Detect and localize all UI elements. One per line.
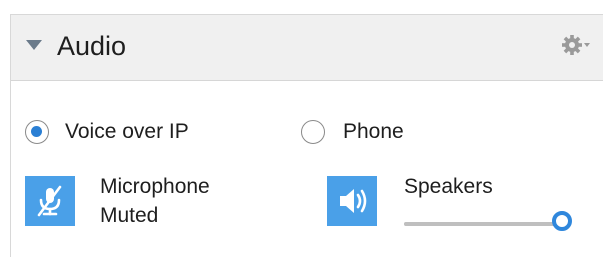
panel-header[interactable]: Audio xyxy=(11,15,603,81)
audio-panel: Audio Voice over IP Phone Microphone Mut… xyxy=(0,0,603,257)
phone-radio[interactable] xyxy=(301,120,325,144)
gear-dropdown-icon[interactable] xyxy=(561,33,591,57)
microphone-label-line1: Microphone xyxy=(100,175,210,198)
microphone-mute-button[interactable] xyxy=(25,176,75,226)
speaker-volume-thumb[interactable] xyxy=(552,211,572,231)
phone-radio-label[interactable]: Phone xyxy=(343,120,404,144)
voip-radio-label[interactable]: Voice over IP xyxy=(65,120,189,144)
speakers-label: Speakers xyxy=(404,175,493,198)
panel-title: Audio xyxy=(57,31,127,61)
speaker-volume-icon xyxy=(340,189,367,213)
radio-selected-dot xyxy=(31,126,42,137)
speaker-button[interactable] xyxy=(327,176,377,226)
microphone-muted-icon xyxy=(37,185,62,217)
microphone-status-label: Muted xyxy=(100,204,159,227)
speaker-volume-fill xyxy=(404,222,562,226)
speaker-volume-track[interactable] xyxy=(404,222,562,226)
voip-radio[interactable] xyxy=(25,120,49,144)
collapse-triangle-icon[interactable] xyxy=(26,40,42,50)
